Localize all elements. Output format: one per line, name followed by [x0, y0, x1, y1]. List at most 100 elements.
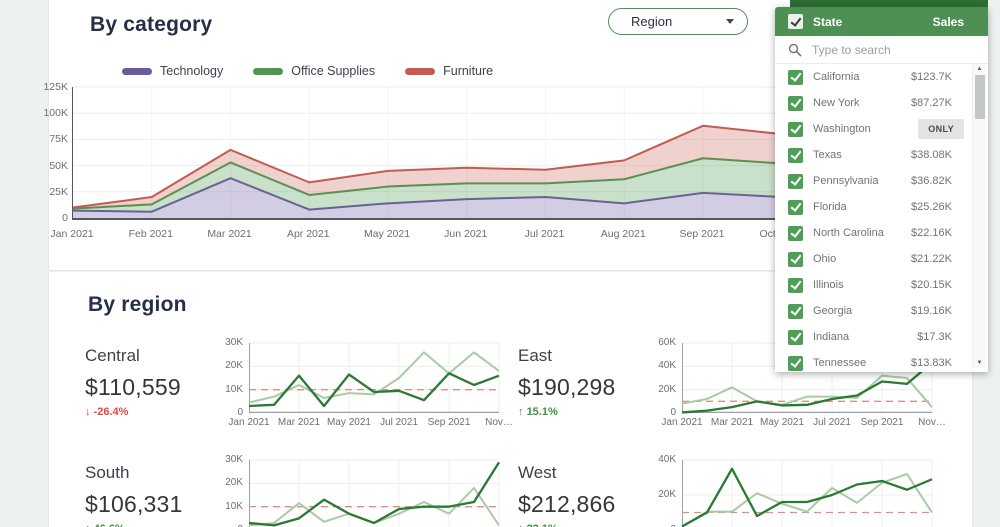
state-row-georgia[interactable]: Georgia$19.16K	[775, 298, 988, 324]
checkbox-checked-icon[interactable]	[788, 122, 803, 137]
state-name: Florida	[813, 201, 847, 213]
state-row-illinois[interactable]: Illinois$20.15K	[775, 272, 988, 298]
legend-label: Technology	[160, 64, 223, 78]
region-cell-central: Central$110,559↓ -26.4%30K20K10K0Jan 202…	[85, 338, 513, 438]
y-tick-label: 30K	[213, 454, 243, 465]
region-info: South $106,331 ↑ 46.6%	[85, 455, 213, 527]
y-tick-label: 125K	[28, 81, 68, 93]
scroll-up-icon[interactable]: ▲	[973, 64, 986, 74]
state-sales-value: $21.22K	[911, 253, 952, 265]
checkbox-checked-icon[interactable]	[788, 278, 803, 293]
arrow-down-icon: ↓	[85, 406, 94, 418]
state-filter-panel: State Sales California $123.7K New York $87…	[775, 7, 988, 372]
state-sales-value: $123.7K	[911, 71, 952, 83]
state-name: Pennsylvania	[813, 175, 878, 187]
state-row-new-york[interactable]: New York $87.27K	[775, 90, 988, 116]
region-delta-value: 46.6%	[94, 523, 125, 527]
checkbox-checked-icon[interactable]	[788, 252, 803, 267]
state-row-texas[interactable]: Texas$38.08K	[775, 142, 988, 168]
state-sales-value: $87.27K	[911, 97, 952, 109]
y-tick-label: 40K	[646, 454, 676, 465]
only-button[interactable]: ONLY	[918, 119, 964, 139]
region-name: East	[518, 346, 646, 366]
state-name: Ohio	[813, 253, 836, 265]
mini-chart-west: 40K20K0Jan 2021Mar 2021May 2021Jul 2021S…	[646, 455, 946, 527]
region-cell-south: South$106,331↑ 46.6%30K20K10K0Jan 2021Ma…	[85, 455, 513, 527]
state-row-washington[interactable]: WashingtonONLY	[775, 116, 988, 142]
checkbox-checked-icon[interactable]	[788, 330, 803, 345]
state-row-florida[interactable]: Florida $25.26K	[775, 194, 988, 220]
y-tick-label: 60K	[646, 337, 676, 348]
y-tick-label: 40K	[646, 360, 676, 371]
east-light-line	[682, 376, 932, 408]
region-delta: ↑ 22.1%	[518, 523, 646, 527]
region-total-value: $110,559	[85, 374, 213, 401]
state-name: Texas	[813, 149, 842, 161]
legend-swatch-icon	[405, 68, 435, 75]
state-name: California	[813, 71, 859, 83]
state-row-north-carolina[interactable]: North Carolina$22.16K	[775, 220, 988, 246]
region-name: South	[85, 463, 213, 483]
central-line-chart[interactable]	[249, 343, 499, 413]
y-tick-label: 20K	[213, 477, 243, 488]
state-sales-value: $13.83K	[911, 357, 952, 369]
category-legend: Technology Office Supplies Furniture	[122, 64, 493, 78]
legend-swatch-icon	[122, 68, 152, 75]
y-tick-label: 75K	[28, 133, 68, 145]
arrow-up-icon: ↑	[85, 523, 94, 527]
state-sales-value: $22.16K	[911, 227, 952, 239]
state-sales-value: $25.26K	[911, 201, 952, 213]
checkbox-checked-icon[interactable]	[788, 226, 803, 241]
region-dropdown-label: Region	[631, 14, 672, 29]
checkbox-checked-icon[interactable]	[788, 304, 803, 319]
panel-scrollbar[interactable]: ▲ ▼	[972, 64, 986, 368]
checkbox-checked-icon[interactable]	[788, 148, 803, 163]
south-line-chart[interactable]	[249, 460, 499, 527]
legend-item-furniture[interactable]: Furniture	[405, 64, 493, 78]
checkbox-checked-icon[interactable]	[788, 96, 803, 111]
select-all-checkbox[interactable]	[788, 14, 803, 29]
scrollbar-thumb[interactable]	[975, 75, 985, 119]
state-row-tennessee[interactable]: Tennessee$13.83K	[775, 350, 988, 372]
y-tick-label: 0	[28, 212, 68, 224]
west-line-chart[interactable]	[682, 460, 932, 527]
scroll-down-icon[interactable]: ▼	[973, 358, 986, 368]
x-tick-label: Sep 2021	[667, 228, 737, 240]
legend-item-office-supplies[interactable]: Office Supplies	[253, 64, 375, 78]
region-info: Central$110,559↓ -26.4%	[85, 338, 213, 438]
y-tick-label: 20K	[213, 360, 243, 371]
state-search-input[interactable]	[812, 43, 942, 57]
filter-panel-header: State Sales	[775, 7, 988, 36]
y-tick-label: 10K	[213, 501, 243, 512]
y-tick-label: 10K	[213, 384, 243, 395]
checkbox-checked-icon[interactable]	[788, 200, 803, 215]
y-tick-label: 50K	[28, 160, 68, 172]
region-delta: ↑ 46.6%	[85, 523, 213, 527]
arrow-up-icon: ↑	[518, 523, 527, 527]
state-name: New York	[813, 97, 859, 109]
legend-swatch-icon	[253, 68, 283, 75]
state-row-indiana[interactable]: Indiana$17.3K	[775, 324, 988, 350]
filter-search-row	[775, 36, 988, 64]
state-sales-value: $20.15K	[911, 279, 952, 291]
mini-chart-central: 30K20K10K0Jan 2021Mar 2021May 2021Jul 20…	[213, 338, 513, 438]
checkbox-checked-icon[interactable]	[788, 356, 803, 371]
central-light-line	[249, 352, 499, 402]
state-row-california[interactable]: California $123.7K	[775, 64, 988, 90]
legend-item-technology[interactable]: Technology	[122, 64, 223, 78]
arrow-up-icon: ↑	[518, 406, 527, 418]
region-cell-west: West $212,866 ↑ 22.1%40K20K0Jan 2021Mar 20…	[518, 455, 946, 527]
checkbox-checked-icon[interactable]	[788, 70, 803, 85]
filter-column-state: State	[813, 15, 842, 29]
by-region-title: By region	[88, 293, 187, 317]
region-filter-dropdown[interactable]: Region	[608, 8, 748, 35]
state-row-pennsylvania[interactable]: Pennsylvania$36.82K	[775, 168, 988, 194]
state-row-ohio[interactable]: Ohio $21.22K	[775, 246, 988, 272]
checkbox-checked-icon[interactable]	[788, 174, 803, 189]
region-name: West	[518, 463, 646, 483]
region-total-value: $106,331	[85, 491, 213, 518]
region-total-value: $212,866	[518, 491, 646, 518]
region-name: Central	[85, 346, 213, 366]
region-total-value: $190,298	[518, 374, 646, 401]
west-light-line	[682, 474, 932, 527]
